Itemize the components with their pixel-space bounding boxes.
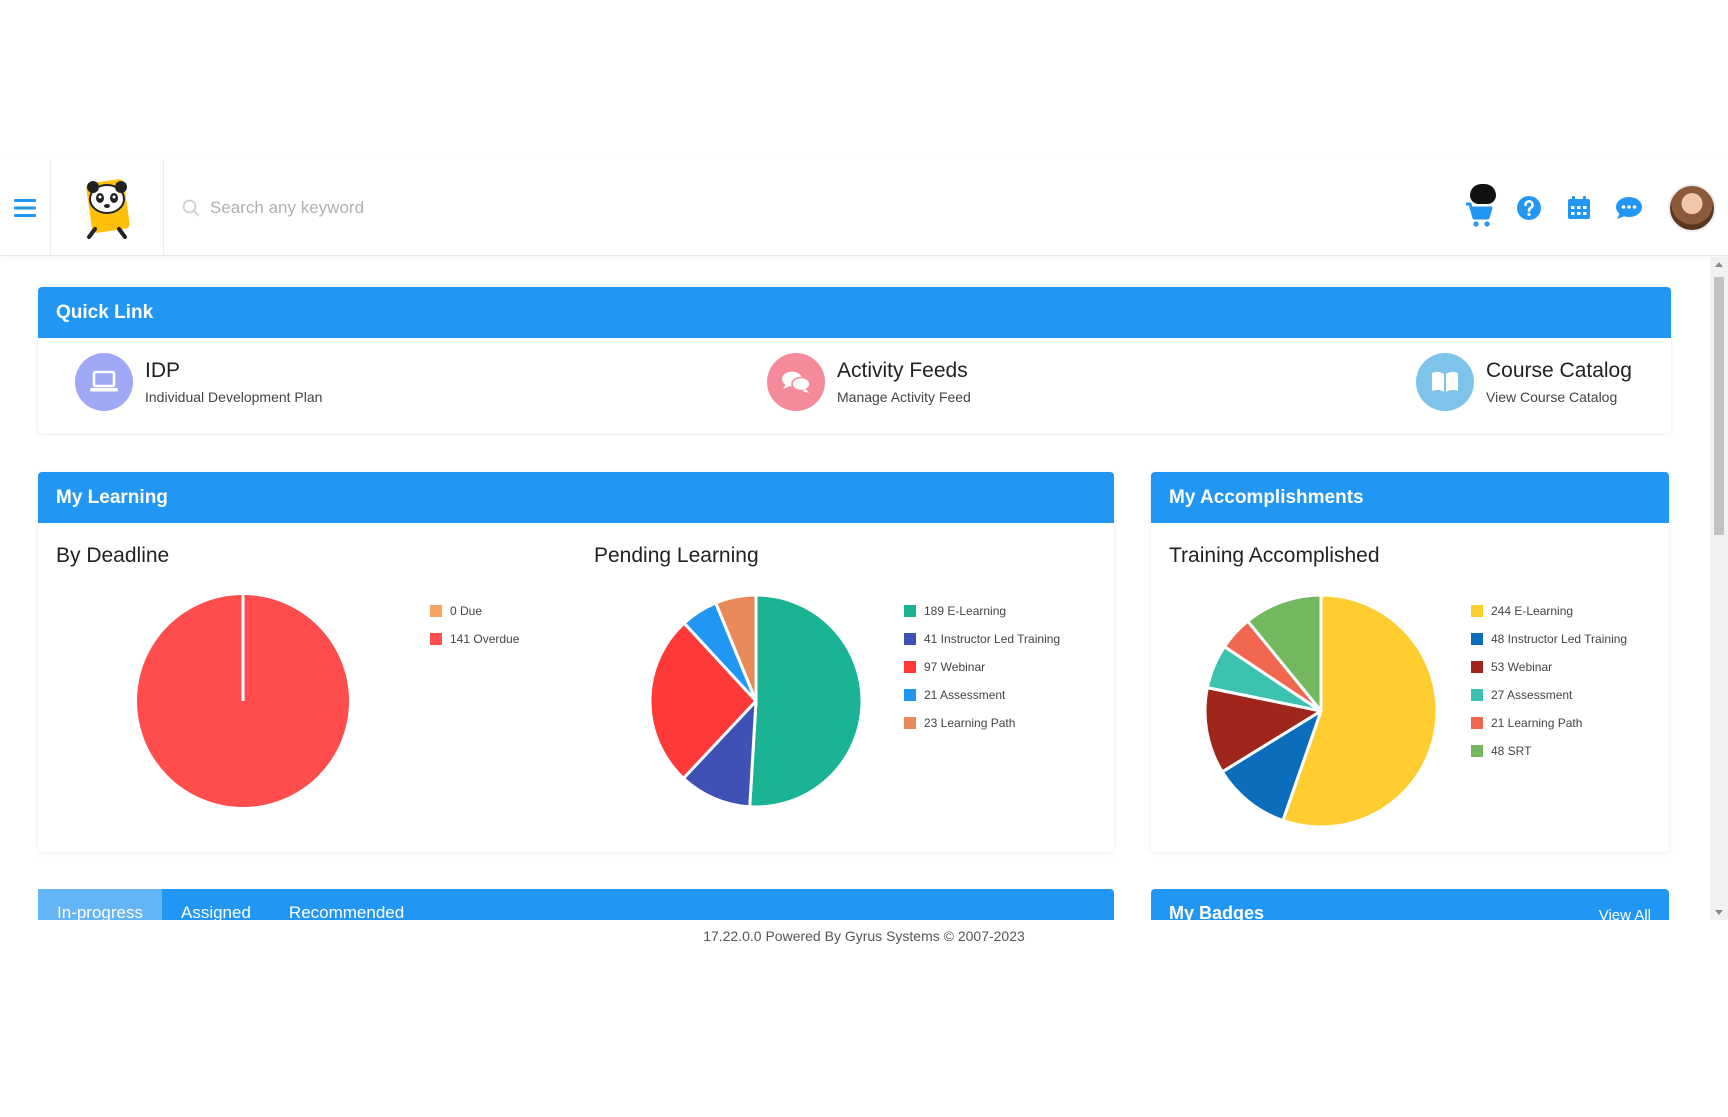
pending-learning-legend: 189 E-Learning 41 Instructor Led Training… (904, 597, 1060, 737)
by-deadline-legend: 0 Due 141 Overdue (430, 597, 519, 653)
quick-link-subtitle-activity: Manage Activity Feed (837, 389, 971, 405)
laptop-icon (75, 353, 133, 411)
legend-label: 48 Instructor Led Training (1491, 632, 1628, 646)
legend-label: 97 Webinar (924, 660, 986, 674)
cart-button[interactable] (1454, 183, 1504, 233)
my-accomplishments-card: My Accomplishments Training Accomplished… (1151, 472, 1669, 852)
panda-logo-icon (86, 179, 130, 239)
chat-icon (1616, 197, 1642, 219)
legend-swatch (1471, 661, 1483, 673)
my-learning-title: My Learning (38, 472, 1114, 523)
legend-swatch (904, 605, 916, 617)
legend-item[interactable]: 244 E-Learning (1471, 597, 1627, 625)
my-badges-title: My Badges (1169, 903, 1265, 920)
view-all-link[interactable]: View All (1599, 907, 1651, 920)
user-avatar[interactable] (1668, 184, 1716, 232)
cart-icon (1466, 202, 1493, 227)
legend-label: 244 E-Learning (1491, 604, 1574, 618)
training-accomplished-legend: 244 E-Learning 48 Instructor Led Training… (1471, 597, 1627, 765)
legend-item[interactable]: 48 SRT (1471, 737, 1627, 765)
pending-learning-title: Pending Learning (594, 544, 759, 567)
legend-item[interactable]: 141 Overdue (430, 625, 519, 653)
training-accomplished-pie (1203, 593, 1439, 829)
top-header (0, 160, 1728, 256)
quick-link-title-activity: Activity Feeds (837, 359, 968, 382)
training-accomplished-title: Training Accomplished (1169, 544, 1380, 567)
legend-swatch (1471, 633, 1483, 645)
header-actions (1454, 160, 1728, 256)
tab-recommended[interactable]: Recommended (270, 889, 423, 920)
by-deadline-title: By Deadline (56, 544, 170, 567)
my-accomplishments-title: My Accomplishments (1151, 472, 1669, 523)
quick-link-title: Quick Link (38, 287, 1671, 338)
my-badges-header: My Badges View All (1151, 889, 1669, 920)
legend-item[interactable]: 189 E-Learning (904, 597, 1060, 625)
menu-button[interactable] (0, 160, 51, 256)
footer-text: 17.22.0.0 Powered By Gyrus Systems © 200… (0, 920, 1728, 956)
book-icon (1416, 353, 1474, 411)
legend-item[interactable]: 41 Instructor Led Training (904, 625, 1060, 653)
legend-label: 27 Assessment (1491, 688, 1573, 702)
legend-label: 21 Learning Path (1491, 716, 1583, 730)
legend-swatch (1471, 689, 1483, 701)
quick-link-activity-feeds[interactable]: Activity Feeds Manage Activity Feed (767, 353, 971, 411)
scrollbar[interactable] (1710, 257, 1728, 920)
help-button[interactable] (1504, 183, 1554, 233)
legend-item[interactable]: 0 Due (430, 597, 519, 625)
legend-swatch (1471, 605, 1483, 617)
tab-assigned[interactable]: Assigned (162, 889, 270, 920)
quick-link-course-catalog[interactable]: Course Catalog View Course Catalog (1416, 353, 1632, 411)
legend-label: 0 Due (450, 604, 483, 618)
my-learning-card: My Learning By Deadline Pending Learning… (38, 472, 1114, 852)
legend-item[interactable]: 27 Assessment (1471, 681, 1627, 709)
legend-label: 189 E-Learning (924, 604, 1007, 618)
legend-label: 53 Webinar (1491, 660, 1553, 674)
cart-badge (1470, 184, 1496, 204)
pie-slice-e-learning[interactable] (748, 593, 864, 809)
quick-link-idp[interactable]: IDP Individual Development Plan (75, 353, 322, 411)
legend-swatch (1471, 717, 1483, 729)
quick-link-title-catalog: Course Catalog (1486, 359, 1632, 382)
legend-swatch (904, 689, 916, 701)
quick-link-subtitle-idp: Individual Development Plan (145, 389, 323, 405)
legend-item[interactable]: 48 Instructor Led Training (1471, 625, 1627, 653)
chat-button[interactable] (1604, 183, 1654, 233)
search-icon (182, 199, 200, 217)
search-input[interactable] (210, 198, 530, 218)
legend-item[interactable]: 97 Webinar (904, 653, 1060, 681)
legend-swatch (904, 633, 916, 645)
scroll-down-arrow-icon[interactable] (1715, 910, 1723, 915)
legend-item[interactable]: 21 Assessment (904, 681, 1060, 709)
legend-item[interactable]: 21 Learning Path (1471, 709, 1627, 737)
main-content: Quick Link IDP Individual Development Pl… (0, 257, 1728, 920)
by-deadline-pie (137, 595, 349, 807)
legend-label: 23 Learning Path (924, 716, 1016, 730)
search-bar[interactable] (182, 194, 542, 222)
quick-link-card: Quick Link IDP Individual Development Pl… (38, 287, 1671, 433)
menu-icon (14, 199, 36, 217)
help-icon (1517, 196, 1541, 220)
legend-label: 21 Assessment (924, 688, 1006, 702)
logo[interactable] (51, 160, 164, 256)
legend-swatch (904, 717, 916, 729)
quick-link-subtitle-catalog: View Course Catalog (1486, 389, 1618, 405)
chat-bubbles-icon (767, 353, 825, 411)
tab-in-progress[interactable]: In-progress (38, 889, 162, 920)
scroll-up-arrow-icon[interactable] (1715, 262, 1723, 267)
calendar-button[interactable] (1554, 183, 1604, 233)
legend-item[interactable]: 53 Webinar (1471, 653, 1627, 681)
legend-label: 141 Overdue (450, 632, 520, 646)
legend-label: 41 Instructor Led Training (924, 632, 1061, 646)
legend-swatch (430, 605, 442, 617)
legend-label: 48 SRT (1491, 744, 1532, 758)
quick-link-title-idp: IDP (145, 359, 181, 382)
learning-tabs: In-progress Assigned Recommended (38, 889, 1114, 920)
scrollbar-thumb[interactable] (1714, 277, 1724, 535)
legend-swatch (430, 633, 442, 645)
legend-swatch (1471, 745, 1483, 757)
legend-swatch (904, 661, 916, 673)
calendar-icon (1568, 196, 1590, 219)
pending-learning-pie (648, 593, 864, 809)
legend-item[interactable]: 23 Learning Path (904, 709, 1060, 737)
